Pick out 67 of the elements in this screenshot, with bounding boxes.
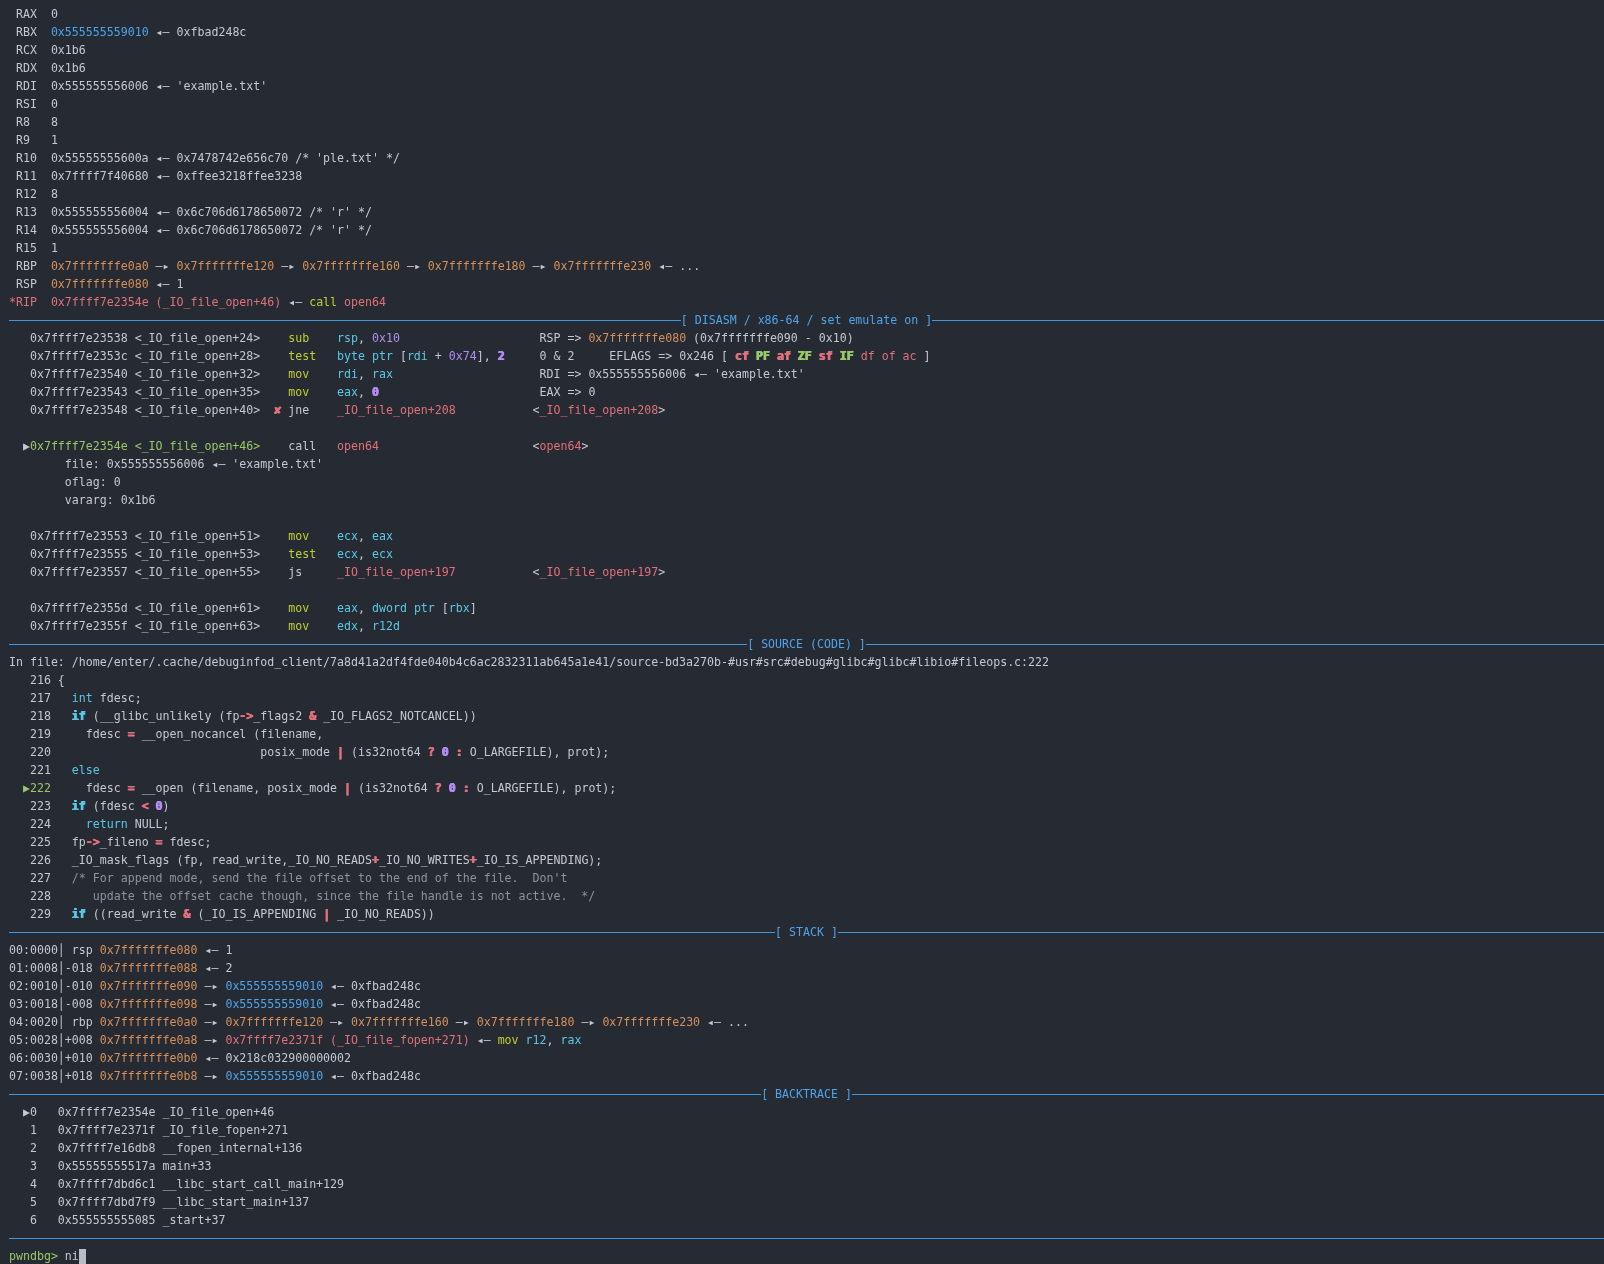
stack-line: 07:0038│+018 0x7fffffffe0b8 —▸ 0x555555559010 ◂— 0xfbad248c (9, 1069, 421, 1083)
stack-line: 02:0010│-010 0x7fffffffe090 —▸ 0x555555559010 ◂— 0xfbad248c (9, 979, 421, 993)
register-line: RSP 0x7fffffffe080 ◂— 1 (14, 277, 184, 291)
source-line: 227 /* For append mode, send the file offset to the end of the file. Don't (28, 871, 568, 885)
stack-line: 03:0018│-008 0x7fffffffe098 —▸ 0x555555559010 ◂— 0xfbad248c (9, 997, 421, 1011)
register-line: R10 0x55555555600a ◂— 0x7478742e656c70 /* 'ple.txt' */ (14, 151, 400, 165)
source-line: 218 if (__glibc_unlikely (fp->_flags2 & _IO_FLAGS2_NOTCANCEL)) (28, 709, 477, 723)
source-line: 226 _IO_mask_flags (fp, read_write,_IO_NO_READS+_IO_NO_WRITES+_IO_IS_APPENDING); (28, 853, 603, 867)
stack-line: 04:0020│ rbp 0x7fffffffe0a0 —▸ 0x7fffffffe120 —▸ 0x7fffffffe160 —▸ 0x7fffffffe180 —▸ 0x7fffffffe230 ◂— ... (9, 1015, 749, 1029)
backtrace-line: 4 0x7ffff7dbd6c1 __libc_start_call_main+129 (28, 1177, 345, 1191)
register-line: RSI 0 (14, 97, 58, 111)
backtrace-line: ▶0 0x7ffff7e2354e _IO_file_open+46 (21, 1105, 275, 1119)
backtrace-line: 5 0x7ffff7dbd7f9 __libc_start_main+137 (28, 1195, 310, 1209)
disasm-line: 0x7ffff7e23548 <_IO_file_open+40> ✘ jne _IO_file_open+208 <_IO_file_open+208> (28, 403, 666, 417)
register-line: R12 8 (14, 187, 58, 201)
source-line: 229 if ((read_write & (_IO_IS_APPENDING | _IO_NO_READS)) (28, 907, 435, 921)
disasm-line: oflag: 0 (63, 475, 121, 489)
section-title: [ STACK ] (775, 924, 838, 941)
disasm-line: 0x7ffff7e23555 <_IO_file_open+53> test ecx, ecx (28, 547, 393, 561)
disasm-line: 0x7ffff7e2355f <_IO_file_open+63> mov edx, r12d (28, 619, 400, 633)
register-line: RBX 0x555555559010 ◂— 0xfbad248c (14, 25, 247, 39)
disasm-line: 0x7ffff7e23543 <_IO_file_open+35> mov eax, 0 EAX => 0 (28, 385, 596, 399)
section-title: [ SOURCE (CODE) ] (747, 636, 866, 653)
disasm-line: 0x7ffff7e23540 <_IO_file_open+32> mov rdi, rax RDI => 0x555555556006 ◂— 'example.txt' (28, 367, 805, 381)
source-line: 224 return NULL; (28, 817, 170, 831)
register-line: R11 0x7ffff7f40680 ◂— 0xffee3218ffee3238 (14, 169, 303, 183)
disasm-line: 0x7ffff7e2355d <_IO_file_open+61> mov eax, dword ptr [rbx] (28, 601, 477, 615)
register-line: R8 8 (14, 115, 58, 129)
source-line: 217 int fdesc; (28, 691, 142, 705)
disasm-line: 0x7ffff7e23538 <_IO_file_open+24> sub rsp, 0x10 RSP => 0x7fffffffe080 (0x7fffffffe090 - 0x10) (28, 331, 854, 345)
source-line: 216 { (28, 673, 65, 687)
text-cursor (78, 1249, 86, 1264)
register-line: RBP 0x7fffffffe0a0 —▸ 0x7fffffffe120 —▸ 0x7fffffffe160 —▸ 0x7fffffffe180 —▸ 0x7fffffffe230 ◂— ... (14, 259, 701, 273)
backtrace-line: 3 0x55555555517a main+33 (28, 1159, 212, 1173)
source-line: 225 fp->_fileno = fdesc; (28, 835, 212, 849)
register-line: RDX 0x1b6 (14, 61, 86, 75)
register-line: *RIP 0x7ffff7e2354e (_IO_file_open+46) ◂— call open64 (9, 295, 386, 309)
backtrace-line: 2 0x7ffff7e16db8 __fopen_internal+136 (28, 1141, 303, 1155)
disasm-line: 0x7ffff7e23553 <_IO_file_open+51> mov ecx, eax (28, 529, 393, 543)
register-line: R13 0x555555556004 ◂— 0x6c706d6178650072 /* 'r' */ (14, 205, 372, 219)
stack-line: 01:0008│-018 0x7fffffffe088 ◂— 2 (9, 961, 233, 975)
register-line: RAX 0 (14, 7, 58, 21)
register-line: RCX 0x1b6 (14, 43, 86, 57)
source-line: 221 else (28, 763, 100, 777)
register-line: R9 1 (14, 133, 58, 147)
stack-line: 05:0028│+008 0x7fffffffe0a8 —▸ 0x7ffff7e2371f (_IO_file_fopen+271) ◂— mov r12, rax (9, 1033, 582, 1047)
source-line: 223 if (fdesc < 0) (28, 799, 170, 813)
source-line: ▶222 fdesc = __open (filename, posix_mode | (is32not64 ? 0 : O_LARGEFILE), prot); (21, 781, 617, 795)
stack-line: 00:0000│ rsp 0x7fffffffe080 ◂— 1 (9, 943, 233, 957)
source-line: 220 posix_mode | (is32not64 ? 0 : O_LARGEFILE), prot); (28, 745, 610, 759)
section-title: [ BACKTRACE ] (761, 1086, 852, 1103)
backtrace-line: 6 0x555555555085 _start+37 (28, 1213, 226, 1227)
section-title: [ DISASM / x86-64 / set emulate on ] (680, 312, 933, 329)
register-line: R15 1 (14, 241, 58, 255)
disasm-line: 0x7ffff7e23557 <_IO_file_open+55> js _IO_file_open+197 <_IO_file_open+197> (28, 565, 666, 579)
disasm-line: ▶0x7ffff7e2354e <_IO_file_open+46> call open64 <open64> (21, 439, 589, 453)
command-line[interactable]: pwndbg> ni (9, 1249, 79, 1263)
source-line: 219 fdesc = __open_nocancel (filename, (28, 727, 324, 741)
file-path: In file: /home/enter/.cache/debuginfod_client/7a8d41a2df4fde040b4c6ac2832311ab645a1e41/source-bd3a270b-#usr#src#debug#glibc#glibc#libio#fileops.c:222 (9, 655, 1050, 669)
disasm-line: vararg: 0x1b6 (63, 493, 156, 507)
stack-line: 06:0030│+010 0x7fffffffe0b0 ◂— 0x218c032900000002 (9, 1051, 352, 1065)
register-line: RDI 0x555555556006 ◂— 'example.txt' (14, 79, 268, 93)
backtrace-line: 1 0x7ffff7e2371f _IO_file_fopen+271 (28, 1123, 289, 1137)
disasm-line: 0x7ffff7e2353c <_IO_file_open+28> test byte ptr [rdi + 0x74], 2 0 & 2 EFLAGS => 0x246 [ cf PF af ZF sf IF df of ac ] (28, 349, 931, 363)
register-line: R14 0x555555556004 ◂— 0x6c706d6178650072 /* 'r' */ (14, 223, 372, 237)
disasm-line: file: 0x555555556006 ◂— 'example.txt' (63, 457, 324, 471)
source-line: 228 update the offset cache though, since the file handle is not active. */ (28, 889, 596, 903)
